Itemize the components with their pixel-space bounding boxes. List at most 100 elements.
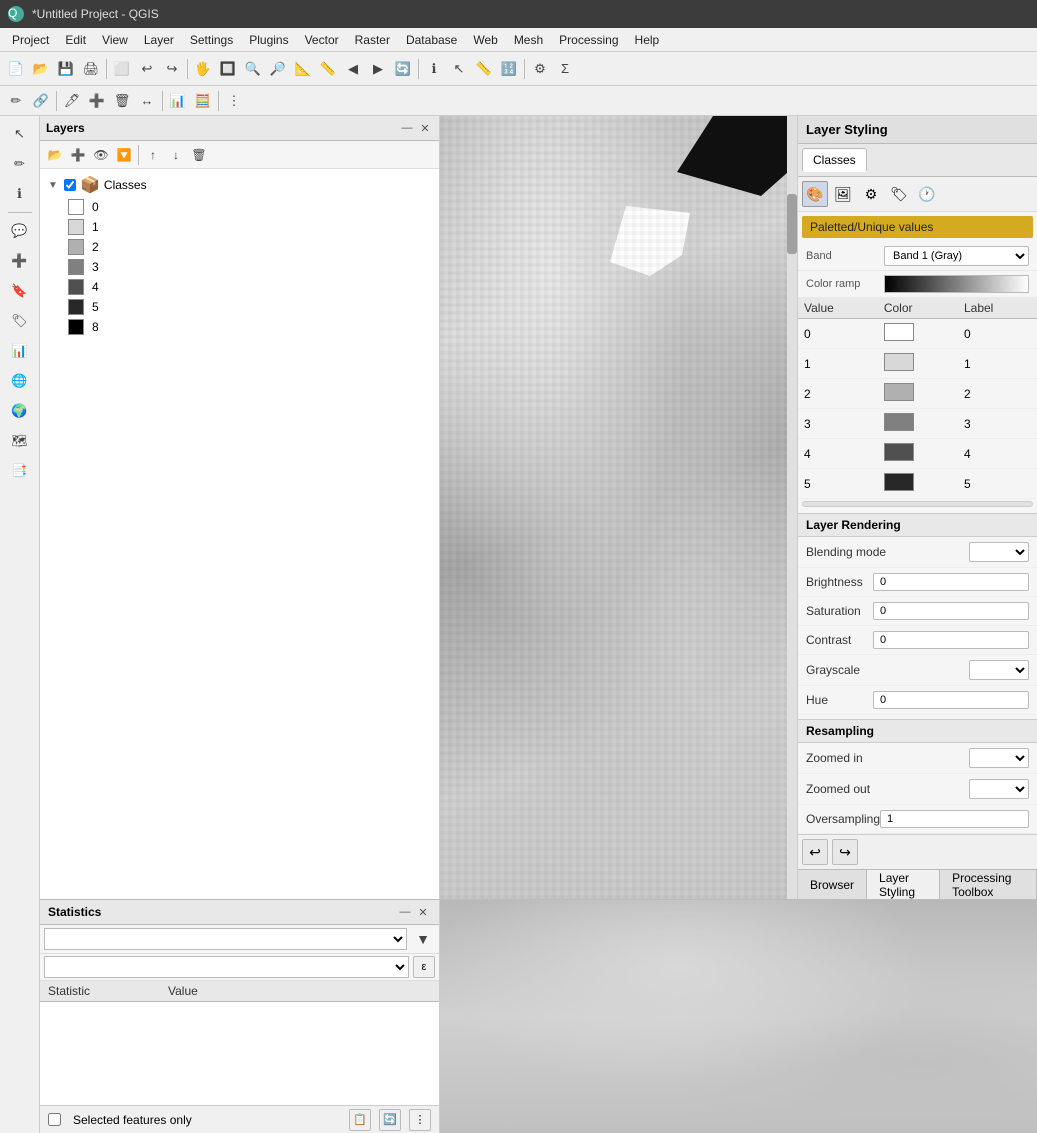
- zoom-next-btn[interactable]: ▶: [366, 57, 390, 81]
- undo-btn[interactable]: ↩: [135, 57, 159, 81]
- hue-input[interactable]: [873, 691, 1029, 709]
- stats-dropdown-arrow[interactable]: ▼: [411, 927, 435, 951]
- delete-feature-btn[interactable]: 🗑: [110, 89, 134, 113]
- brightness-input[interactable]: [873, 573, 1029, 591]
- tab-processing-toolbox[interactable]: Processing Toolbox: [940, 870, 1037, 899]
- undo-styling-btn[interactable]: ↩: [802, 839, 828, 865]
- python-btn[interactable]: Σ: [553, 57, 577, 81]
- pan-btn[interactable]: 🖐: [191, 57, 215, 81]
- map-scrollbar-thumb[interactable]: [787, 194, 797, 254]
- globe2-btn[interactable]: 🗺: [6, 427, 34, 455]
- new-project-btn[interactable]: 📄: [4, 57, 28, 81]
- band-select[interactable]: Band 1 (Gray): [884, 246, 1029, 266]
- layer-add-btn[interactable]: ➕: [67, 144, 89, 166]
- identify-features-btn[interactable]: ℹ: [6, 180, 34, 208]
- menu-processing[interactable]: Processing: [551, 31, 626, 49]
- layers-btn[interactable]: 📑: [6, 457, 34, 485]
- render-type-row[interactable]: Paletted/Unique values: [802, 216, 1033, 238]
- attr-table-btn[interactable]: 📊: [166, 89, 190, 113]
- color-cell[interactable]: [878, 409, 958, 439]
- tab-layer-styling[interactable]: Layer Styling: [867, 870, 940, 899]
- menu-raster[interactable]: Raster: [347, 31, 398, 49]
- select-btn[interactable]: ↖: [447, 57, 471, 81]
- measure-btn[interactable]: 📏: [472, 57, 496, 81]
- edit-nodes-btn[interactable]: ✏: [6, 150, 34, 178]
- identify-btn[interactable]: ℹ: [422, 57, 446, 81]
- stats-calc-btn[interactable]: ε: [413, 956, 435, 978]
- table-row[interactable]: 4 4: [798, 439, 1037, 469]
- layer-tree-root[interactable]: ▼ 📦 Classes: [44, 173, 435, 197]
- refresh-btn[interactable]: 🔄: [391, 57, 415, 81]
- menu-database[interactable]: Database: [398, 31, 465, 49]
- table-row[interactable]: 2 2: [798, 379, 1037, 409]
- print-btn[interactable]: ⬜: [110, 57, 134, 81]
- layer-visible-btn[interactable]: 👁: [90, 144, 112, 166]
- menu-mesh[interactable]: Mesh: [506, 31, 551, 49]
- zoom-prev-btn[interactable]: ◀: [341, 57, 365, 81]
- refresh-stats-btn[interactable]: 🔄: [379, 1109, 401, 1131]
- zoom-layer-btn[interactable]: 📐: [291, 57, 315, 81]
- settings-icon-btn[interactable]: ⚙: [858, 181, 884, 207]
- zoomed-out-select[interactable]: [969, 779, 1029, 799]
- menu-vector[interactable]: Vector: [297, 31, 347, 49]
- map-area[interactable]: [440, 116, 797, 899]
- color-cell[interactable]: [878, 349, 958, 379]
- menu-plugins[interactable]: Plugins: [241, 31, 296, 49]
- stats-close-btn[interactable]: ✕: [415, 904, 431, 920]
- stats-minimize-btn[interactable]: —: [397, 904, 413, 920]
- layer-open-btn[interactable]: 📂: [44, 144, 66, 166]
- layers-panel-close[interactable]: ✕: [417, 120, 433, 136]
- snap-btn[interactable]: 🔗: [29, 89, 53, 113]
- blending-select[interactable]: [969, 542, 1029, 562]
- add-layer-btn[interactable]: ➕: [6, 247, 34, 275]
- photo-icon-btn[interactable]: 🖼: [830, 181, 856, 207]
- menu-edit[interactable]: Edit: [57, 31, 94, 49]
- layer-remove-btn[interactable]: 🗑: [188, 144, 210, 166]
- save-btn[interactable]: 💾: [54, 57, 78, 81]
- more-stats-btn[interactable]: ⋮: [409, 1109, 431, 1131]
- palette-icon-btn[interactable]: 🎨: [802, 181, 828, 207]
- map-scrollbar-track[interactable]: [787, 116, 797, 899]
- table-row[interactable]: 1 1: [798, 349, 1037, 379]
- saturation-input[interactable]: [873, 602, 1029, 620]
- field-calc-btn[interactable]: 🧮: [191, 89, 215, 113]
- layer-up-btn[interactable]: ↑: [142, 144, 164, 166]
- zoom-out-btn[interactable]: 🔎: [266, 57, 290, 81]
- oversampling-input[interactable]: [880, 810, 1029, 828]
- redo-btn[interactable]: ↪: [160, 57, 184, 81]
- table-scrollbar[interactable]: [802, 501, 1033, 507]
- diagram-btn[interactable]: 📊: [6, 337, 34, 365]
- bookmark-btn[interactable]: 🔖: [6, 277, 34, 305]
- move-btn[interactable]: ↔: [135, 89, 159, 113]
- menu-settings[interactable]: Settings: [182, 31, 241, 49]
- select-features-btn[interactable]: ↖: [6, 120, 34, 148]
- table-row[interactable]: 0 0: [798, 319, 1037, 349]
- grayscale-select[interactable]: [969, 660, 1029, 680]
- contrast-input[interactable]: [873, 631, 1029, 649]
- menu-help[interactable]: Help: [627, 31, 668, 49]
- stats-layer-select[interactable]: [44, 928, 407, 950]
- table-row[interactable]: 5 5: [798, 469, 1037, 499]
- map-tips-btn[interactable]: 💬: [6, 217, 34, 245]
- text-icon-btn[interactable]: 🏷: [886, 181, 912, 207]
- copy-stats-btn[interactable]: 📋: [349, 1109, 371, 1131]
- menu-project[interactable]: Project: [4, 31, 57, 49]
- label-btn[interactable]: 🏷: [6, 307, 34, 335]
- stats-field-select[interactable]: [44, 956, 409, 978]
- menu-web[interactable]: Web: [465, 31, 505, 49]
- selected-features-checkbox[interactable]: [48, 1113, 61, 1126]
- plugins-btn[interactable]: ⚙: [528, 57, 552, 81]
- zoomed-in-select[interactable]: [969, 748, 1029, 768]
- tab-browser[interactable]: Browser: [798, 870, 867, 899]
- layer-filter-btn[interactable]: 🔽: [113, 144, 135, 166]
- digitize-btn[interactable]: ✏: [4, 89, 28, 113]
- more-btn[interactable]: ⋮: [222, 89, 246, 113]
- menu-layer[interactable]: Layer: [136, 31, 182, 49]
- open-btn[interactable]: 📂: [29, 57, 53, 81]
- color-ramp-display[interactable]: [884, 275, 1029, 293]
- feature-count-btn[interactable]: 🔢: [497, 57, 521, 81]
- table-row[interactable]: 3 3: [798, 409, 1037, 439]
- zoom-full-btn[interactable]: 🔲: [216, 57, 240, 81]
- layer-visibility-checkbox[interactable]: [64, 179, 76, 191]
- color-cell[interactable]: [878, 439, 958, 469]
